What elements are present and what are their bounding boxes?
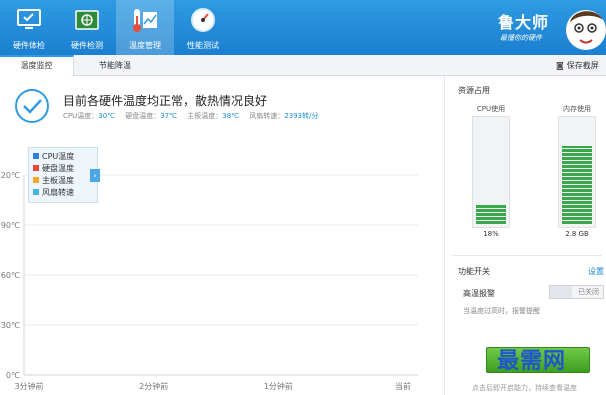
settings-link[interactable]: 设置 — [588, 266, 604, 277]
nav-hardware-detect[interactable]: 硬件检测 — [58, 0, 116, 55]
legend-swatch — [33, 177, 39, 183]
memory-usage-frame — [558, 116, 596, 228]
nav-performance-test[interactable]: 性能测试 — [174, 0, 232, 55]
legend-label: 硬盘温度 — [42, 164, 74, 173]
memory-usage-bar — [562, 146, 592, 224]
status-title: 目前各硬件温度均正常，散热情况良好 — [63, 94, 268, 108]
legend-swatch — [33, 165, 39, 171]
site-watermark: 最需网 — [497, 349, 567, 374]
legend-collapse-arrow-icon[interactable]: › — [90, 169, 100, 182]
cpu-usage-gauge: CPU使用 18% — [472, 104, 510, 240]
top-toolbar: 硬件体检 硬件检测 温度管理 性能测试 鲁大师 最懂你的硬件 — [0, 0, 606, 55]
panel-divider — [444, 76, 445, 395]
tab-energy-cooling[interactable]: 节能降温 — [78, 55, 152, 76]
y-tick-label: 90℃ — [1, 221, 20, 230]
check-circle-icon — [15, 89, 49, 123]
disk-temp-value: 37℃ — [160, 112, 178, 120]
y-tick-label: 120℃ — [0, 171, 20, 180]
save-screenshot-button[interactable]: ◙ 保存截屏 — [556, 55, 599, 76]
y-tick-label: 60℃ — [1, 271, 20, 280]
resource-usage-title: 资源占用 — [458, 86, 490, 95]
save-screenshot-label: 保存截屏 — [566, 61, 599, 70]
fan-speed-value: 2393转/分 — [284, 112, 319, 120]
nav-hardware-checkup[interactable]: 硬件体检 — [0, 0, 58, 55]
x-tick-label: 2分钟前 — [139, 381, 168, 391]
thermometer-chart-icon — [133, 9, 157, 32]
cpu-usage-label: CPU使用 — [476, 105, 506, 113]
brand-slogan: 最懂你的硬件 — [500, 34, 542, 42]
toggle-knob — [550, 286, 572, 298]
speedometer-icon — [191, 8, 215, 32]
cpu-usage-bar — [476, 205, 506, 224]
board-temp-value: 38℃ — [222, 112, 240, 120]
cpu-temp-value: 30℃ — [98, 112, 116, 120]
legend-label: 风扇转速 — [42, 188, 74, 197]
monitor-check-icon — [17, 9, 41, 29]
circuit-board-icon — [75, 10, 99, 30]
brand-title: 鲁大师 — [498, 13, 550, 32]
memory-usage-value: 2.8 GB — [565, 230, 589, 238]
status-readouts: CPU温度：30℃ 硬盘温度：37℃ 主板温度：38℃ 风扇转速：2393转/分 — [63, 111, 326, 121]
function-switch-title: 功能开关 — [458, 267, 490, 276]
legend-item-disk[interactable]: 硬盘温度 — [33, 163, 93, 175]
cpu-temp-label: CPU温度： — [63, 112, 99, 120]
camera-icon: ◙ — [556, 61, 564, 70]
legend-label: CPU温度 — [42, 152, 75, 161]
high-temp-alarm-toggle[interactable]: 已关闭 — [549, 285, 604, 299]
memory-usage-label: 内存使用 — [563, 105, 591, 113]
disk-temp-label: 硬盘温度： — [125, 112, 161, 120]
tab-temperature-monitor[interactable]: 温度监控 — [0, 55, 74, 76]
tab-bar: 温度监控 节能降温 ◙ 保存截屏 — [0, 55, 606, 76]
cpu-usage-value: 18% — [483, 230, 499, 238]
x-tick-label: 1分钟前 — [264, 381, 293, 391]
legend-item-board[interactable]: 主板温度 — [33, 175, 93, 187]
legend-item-fan[interactable]: 风扇转速 — [33, 187, 93, 199]
y-tick-label: 0℃ — [6, 371, 20, 380]
fan-speed-label: 风扇转速： — [249, 112, 285, 120]
section-divider — [452, 255, 602, 256]
nav-temperature-management[interactable]: 温度管理 — [116, 0, 174, 55]
legend-swatch — [33, 153, 39, 159]
board-temp-label: 主板温度： — [187, 112, 223, 120]
nav-label: 硬件检测 — [71, 41, 103, 50]
legend-label: 主板温度 — [42, 176, 74, 185]
nav-label: 硬件体检 — [13, 41, 45, 50]
x-tick-label: 当前 — [395, 381, 411, 391]
legend-item-cpu[interactable]: CPU温度 — [33, 151, 93, 163]
mascot-avatar — [566, 10, 606, 50]
x-tick-label: 3分钟前 — [14, 381, 43, 391]
chart-legend: CPU温度 硬盘温度 主板温度 风扇转速 — [28, 147, 98, 203]
cpu-usage-frame — [472, 116, 510, 228]
high-temp-alarm-label: 高温报警 — [463, 289, 495, 298]
high-temp-alarm-description: 当温度过高时，报警提醒 — [463, 307, 540, 315]
nav-label: 温度管理 — [129, 41, 161, 50]
nav-label: 性能测试 — [187, 41, 219, 50]
memory-usage-gauge: 内存使用 2.8 GB — [558, 104, 596, 240]
bottom-hint: 点击后即开启能力，持续查看温度 — [472, 384, 577, 392]
legend-swatch — [33, 189, 39, 195]
toggle-state: 已关闭 — [578, 288, 599, 296]
y-tick-label: 30℃ — [1, 321, 20, 330]
